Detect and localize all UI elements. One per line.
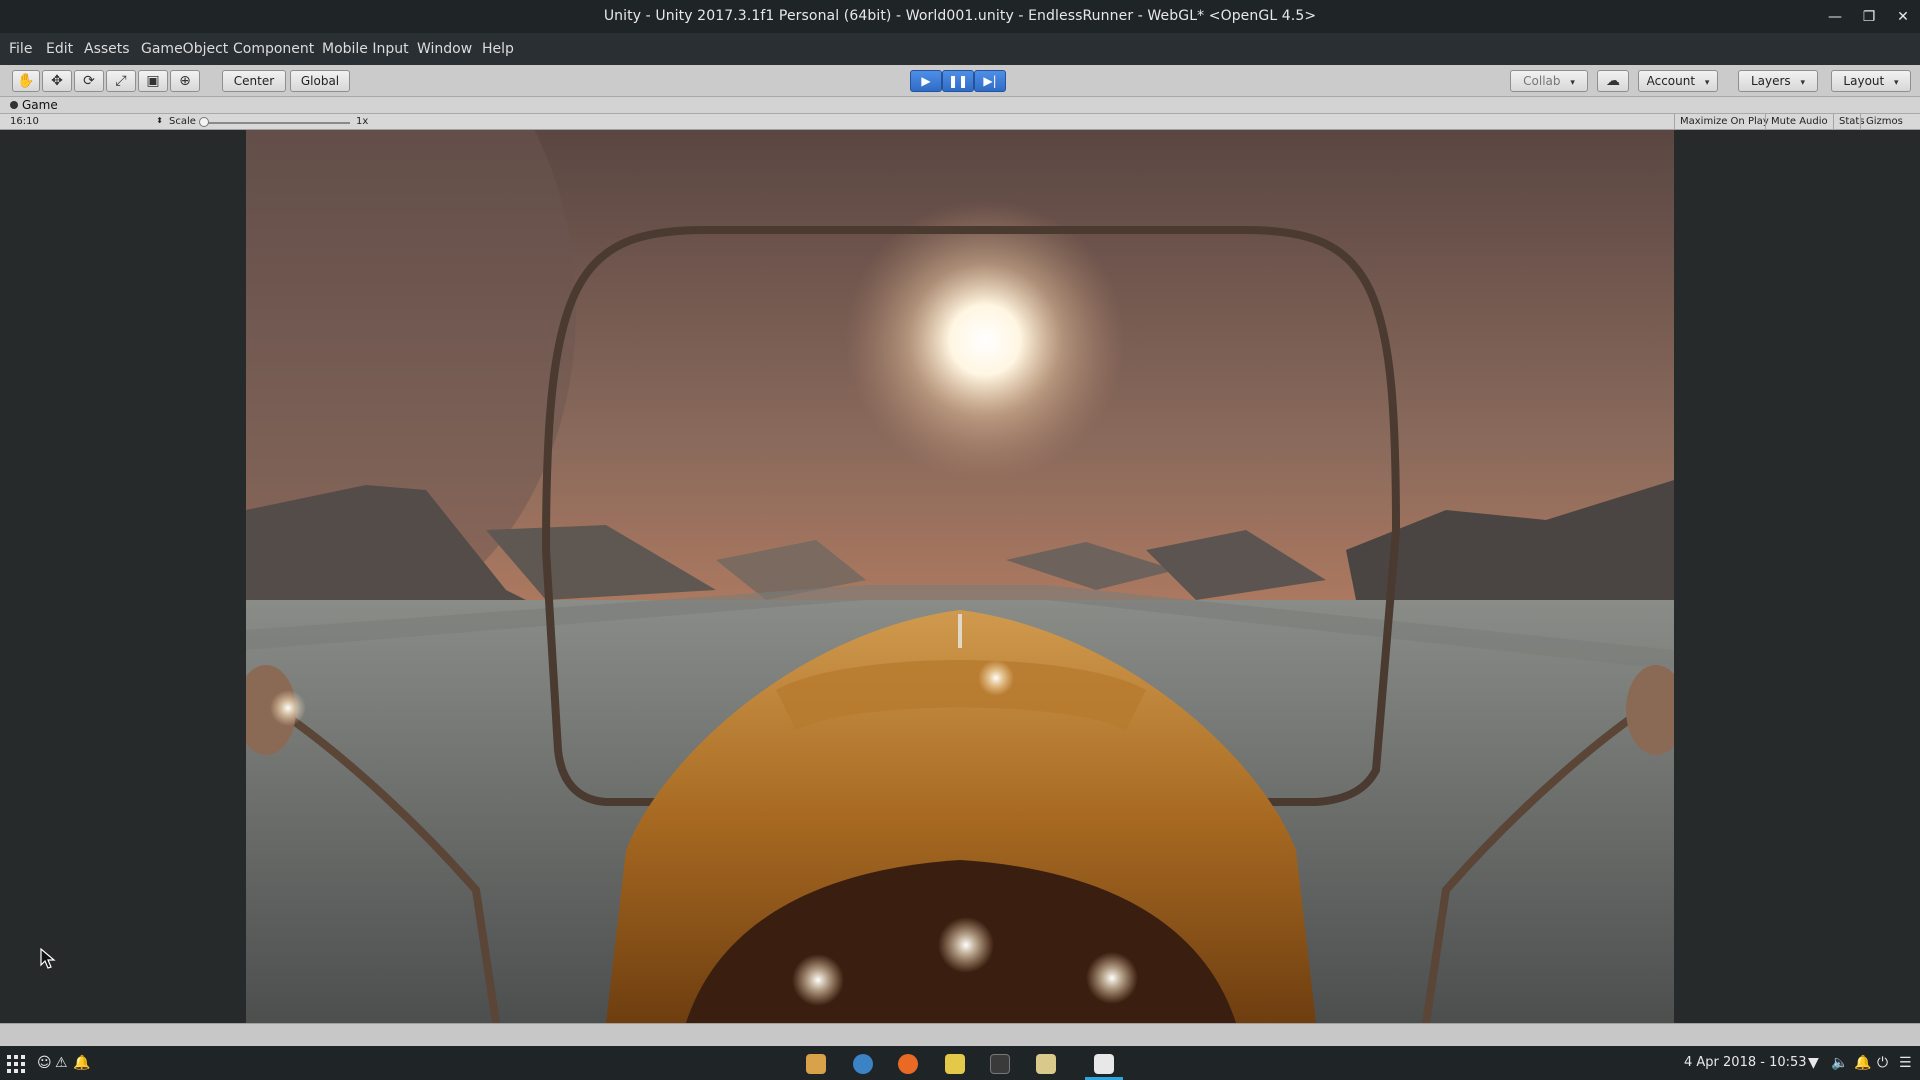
terminal-icon[interactable] [990, 1054, 1010, 1074]
tab-game-label: Game [22, 98, 58, 112]
menu-file[interactable]: File [9, 41, 32, 57]
game-icon [10, 101, 18, 109]
aspect-ratio-value: 16:10 [10, 116, 39, 127]
move-tool-button[interactable]: ✥ [42, 70, 72, 92]
layout-label: Layout [1843, 74, 1885, 88]
game-viewport-area [0, 130, 1920, 1023]
pause-button[interactable]: ❚❚ [942, 70, 974, 92]
unity-editor-window: Unity - Unity 2017.3.1f1 Personal (64bit… [0, 0, 1920, 1080]
account-label: Account [1646, 74, 1696, 88]
scale-tool-button[interactable]: ⤢ [106, 70, 136, 92]
cloud-icon: ☁ [1606, 73, 1620, 89]
window-title: Unity - Unity 2017.3.1f1 Personal (64bit… [603, 8, 1317, 24]
chevron-down-icon: ▾ [1570, 78, 1575, 88]
collab-button[interactable]: Collab ▾ [1510, 70, 1588, 92]
tab-game[interactable]: Game [10, 98, 58, 112]
rotate-icon: ⟳ [83, 73, 95, 89]
mute-audio-toggle[interactable]: Mute Audio [1765, 114, 1833, 130]
scale-label: Scale [169, 116, 196, 127]
menu-assets[interactable]: Assets [84, 41, 130, 57]
step-icon: ▶| [983, 74, 997, 88]
close-icon[interactable]: ✕ [1892, 6, 1914, 28]
collab-label: Collab [1523, 74, 1561, 88]
minimize-icon[interactable]: — [1824, 6, 1846, 28]
network-icon[interactable]: ▼ [1808, 1055, 1819, 1071]
gizmos-dropdown[interactable]: Gizmos [1860, 114, 1908, 130]
volume-icon[interactable]: 🔈 [1831, 1055, 1848, 1071]
chat-app-icon[interactable] [853, 1054, 873, 1074]
global-label: Global [300, 74, 340, 88]
chevron-down-icon: ⬍ [156, 116, 163, 125]
pause-icon: ❚❚ [947, 74, 969, 88]
file-manager-icon[interactable] [1036, 1054, 1056, 1074]
firefox-icon[interactable] [898, 1054, 918, 1074]
maximize-icon[interactable]: ❐ [1858, 6, 1880, 28]
mouse-cursor-icon [40, 948, 56, 969]
power-icon[interactable]: ⏻ [1877, 1055, 1888, 1071]
game-tab-bar: Game [0, 97, 1920, 114]
chevron-down-icon: ▾ [1800, 78, 1806, 88]
play-button[interactable]: ▶ [910, 70, 942, 92]
layout-dropdown[interactable]: Layout ▾ [1831, 70, 1911, 92]
menu-edit[interactable]: Edit [46, 41, 73, 57]
bell-icon[interactable]: 🔔 [1854, 1055, 1871, 1071]
tray-notification-icon[interactable]: 🔔 [73, 1055, 90, 1071]
app-launcher-icon[interactable] [7, 1055, 25, 1073]
chevron-down-icon: ▾ [1894, 78, 1899, 88]
aspect-ratio-dropdown[interactable]: 16:10 ⬍ [10, 116, 163, 127]
play-icon: ▶ [921, 74, 931, 88]
account-dropdown[interactable]: Account ▾ [1638, 70, 1718, 92]
game-view-toolbar: 16:10 ⬍ Scale 1x Maximize On Play Mute A… [0, 114, 1920, 130]
hand-tool-button[interactable]: ✋ [12, 70, 40, 92]
scale-icon: ⤢ [115, 73, 127, 89]
pivot-center-button[interactable]: Center [222, 70, 286, 92]
sidebar-menu-icon[interactable]: ☰ [1899, 1055, 1912, 1071]
editor-toolbar: ✋ ✥ ⟳ ⤢ ▣ ⊕ Center Global ▶ ❚❚ ▶| Collab… [0, 65, 1920, 97]
status-bar [0, 1023, 1920, 1046]
menu-window[interactable]: Window [417, 41, 472, 57]
unity-app-icon[interactable] [1094, 1054, 1114, 1074]
chevron-down-icon: ▾ [1704, 78, 1710, 88]
maximize-on-play-toggle[interactable]: Maximize On Play [1674, 114, 1774, 130]
scale-value: 1x [356, 116, 369, 127]
layers-label: Layers [1750, 74, 1791, 88]
game-scene [246, 130, 1674, 1023]
scale-slider-handle[interactable] [199, 117, 209, 127]
move-icon: ✥ [51, 73, 63, 89]
game-view-render[interactable] [246, 130, 1674, 1023]
transform-tool-button[interactable]: ⊕ [170, 70, 200, 92]
rotate-tool-button[interactable]: ⟳ [74, 70, 104, 92]
os-taskbar: ☺ ⚠ 🔔 4 Apr 2018 - 10:53 ▼ 🔈 🔔 ⏻ ☰ [0, 1046, 1920, 1080]
menu-component[interactable]: Component [233, 41, 314, 57]
menu-mobile-input[interactable]: Mobile Input [322, 41, 409, 57]
title-bar: Unity - Unity 2017.3.1f1 Personal (64bit… [0, 0, 1920, 33]
tray-warning-icon[interactable]: ⚠ [55, 1055, 68, 1071]
cloud-button[interactable]: ☁ [1597, 70, 1629, 92]
tray-status-icon[interactable]: ☺ [37, 1055, 52, 1071]
hand-icon: ✋ [17, 73, 35, 89]
transform-icon: ⊕ [179, 73, 191, 89]
media-player-icon[interactable] [945, 1054, 965, 1074]
center-label: Center [233, 74, 275, 88]
step-button[interactable]: ▶| [974, 70, 1006, 92]
rect-tool-icon: ▣ [146, 73, 160, 89]
download-manager-icon[interactable] [806, 1054, 826, 1074]
layers-dropdown[interactable]: Layers ▾ [1738, 70, 1818, 92]
menu-gameobject[interactable]: GameObject [141, 41, 228, 57]
scale-slider-track[interactable] [202, 122, 350, 124]
system-clock[interactable]: 4 Apr 2018 - 10:53 [1684, 1055, 1807, 1070]
rect-tool-button[interactable]: ▣ [138, 70, 168, 92]
menu-help[interactable]: Help [482, 41, 514, 57]
pivot-global-button[interactable]: Global [290, 70, 350, 92]
menu-bar: File Edit Assets GameObject Component Mo… [0, 33, 1920, 65]
